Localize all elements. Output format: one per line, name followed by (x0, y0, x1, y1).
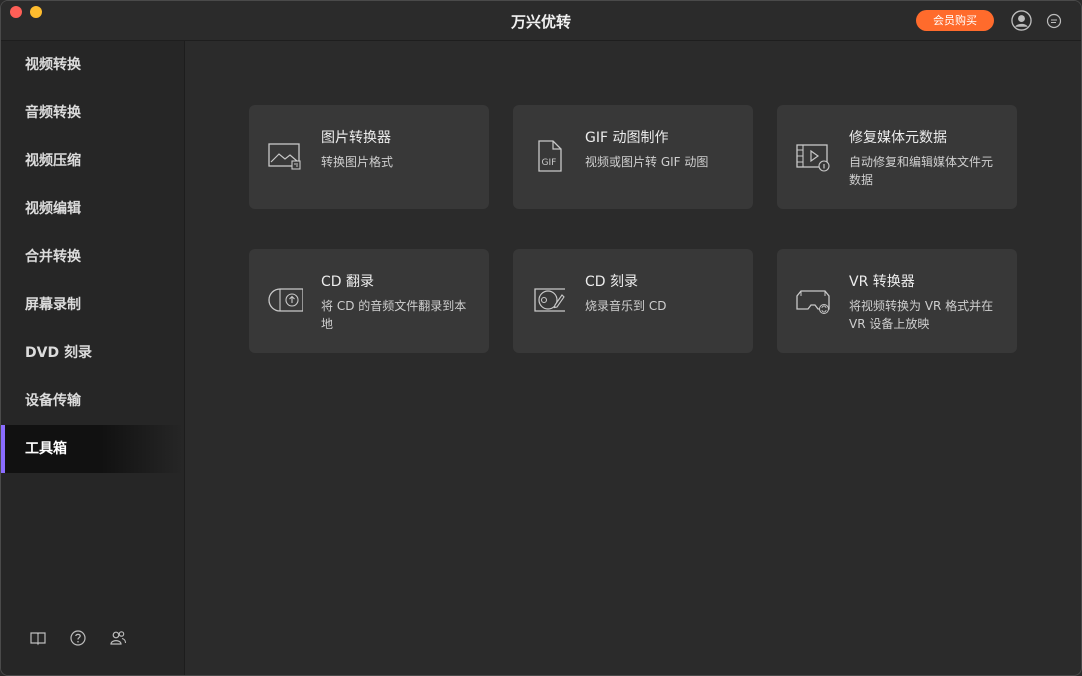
help-icon[interactable] (69, 629, 87, 647)
tool-title: GIF 动图制作 (585, 130, 669, 146)
users-icon[interactable] (109, 629, 127, 647)
svg-text:GIF: GIF (542, 158, 557, 168)
cd-rip-icon (268, 288, 303, 312)
gif-file-icon: GIF (538, 140, 562, 172)
tool-title: VR 转换器 (849, 274, 915, 290)
tool-card-cd-rip[interactable]: CD 翻录 将 CD 的音频文件翻录到本地 (249, 249, 489, 353)
vr-headset-icon (796, 290, 830, 314)
sidebar-item-screen-record[interactable]: 屏幕录制 (1, 281, 183, 329)
user-avatar-icon[interactable] (1011, 10, 1032, 31)
sidebar-item-toolbox[interactable]: 工具箱 (1, 425, 183, 473)
sidebar: 视频转换 音频转换 视频压缩 视频编辑 合并转换 屏幕录制 DVD 刻录 设备传… (1, 41, 185, 675)
tool-card-gif-maker[interactable]: GIF GIF 动图制作 视频或图片转 GIF 动图 (513, 105, 753, 209)
tool-card-vr-converter[interactable]: VR 转换器 将视频转换为 VR 格式并在 VR 设备上放映 (777, 249, 1017, 353)
sidebar-item-dvd-burn[interactable]: DVD 刻录 (1, 329, 183, 377)
tool-description: 烧录音乐到 CD (585, 299, 667, 313)
tool-card-fix-metadata[interactable]: 修复媒体元数据 自动修复和编辑媒体文件元数据 (777, 105, 1017, 209)
tool-description: 将视频转换为 VR 格式并在 VR 设备上放映 (849, 299, 994, 331)
book-icon[interactable] (29, 629, 47, 647)
cd-burn-icon (534, 288, 565, 312)
sidebar-item-video-edit[interactable]: 视频编辑 (1, 185, 183, 233)
title-bar: 万兴优转 会员购买 (1, 1, 1081, 41)
tool-title: 修复媒体元数据 (849, 130, 947, 146)
feedback-icon[interactable] (1046, 13, 1062, 29)
sidebar-item-video-compress[interactable]: 视频压缩 (1, 137, 183, 185)
tool-description: 将 CD 的音频文件翻录到本地 (321, 299, 467, 331)
app-window: 万兴优转 会员购买 视频转换 音频转换 视频压缩 视频编辑 合并转换 屏幕录制 … (0, 0, 1082, 676)
tool-description: 自动修复和编辑媒体文件元数据 (849, 155, 994, 187)
image-convert-icon (268, 143, 301, 170)
tool-card-cd-burn[interactable]: CD 刻录 烧录音乐到 CD (513, 249, 753, 353)
tool-card-image-converter[interactable]: 图片转换器 转换图片格式 (249, 105, 489, 209)
toolbox-panel: 图片转换器 转换图片格式 GIF GIF 动图制作 视频或图片转 GIF 动图 … (185, 41, 1081, 675)
media-metadata-icon (796, 144, 830, 172)
sidebar-item-merge[interactable]: 合并转换 (1, 233, 183, 281)
tool-title: 图片转换器 (321, 130, 391, 146)
tool-title: CD 翻录 (321, 274, 375, 290)
tool-description: 视频或图片转 GIF 动图 (585, 155, 709, 169)
buy-membership-button[interactable]: 会员购买 (916, 10, 994, 31)
tool-description: 转换图片格式 (321, 155, 394, 169)
tool-title: CD 刻录 (585, 274, 639, 290)
sidebar-item-audio-convert[interactable]: 音频转换 (1, 89, 183, 137)
sidebar-item-device-transfer[interactable]: 设备传输 (1, 377, 183, 425)
sidebar-item-video-convert[interactable]: 视频转换 (1, 41, 183, 89)
